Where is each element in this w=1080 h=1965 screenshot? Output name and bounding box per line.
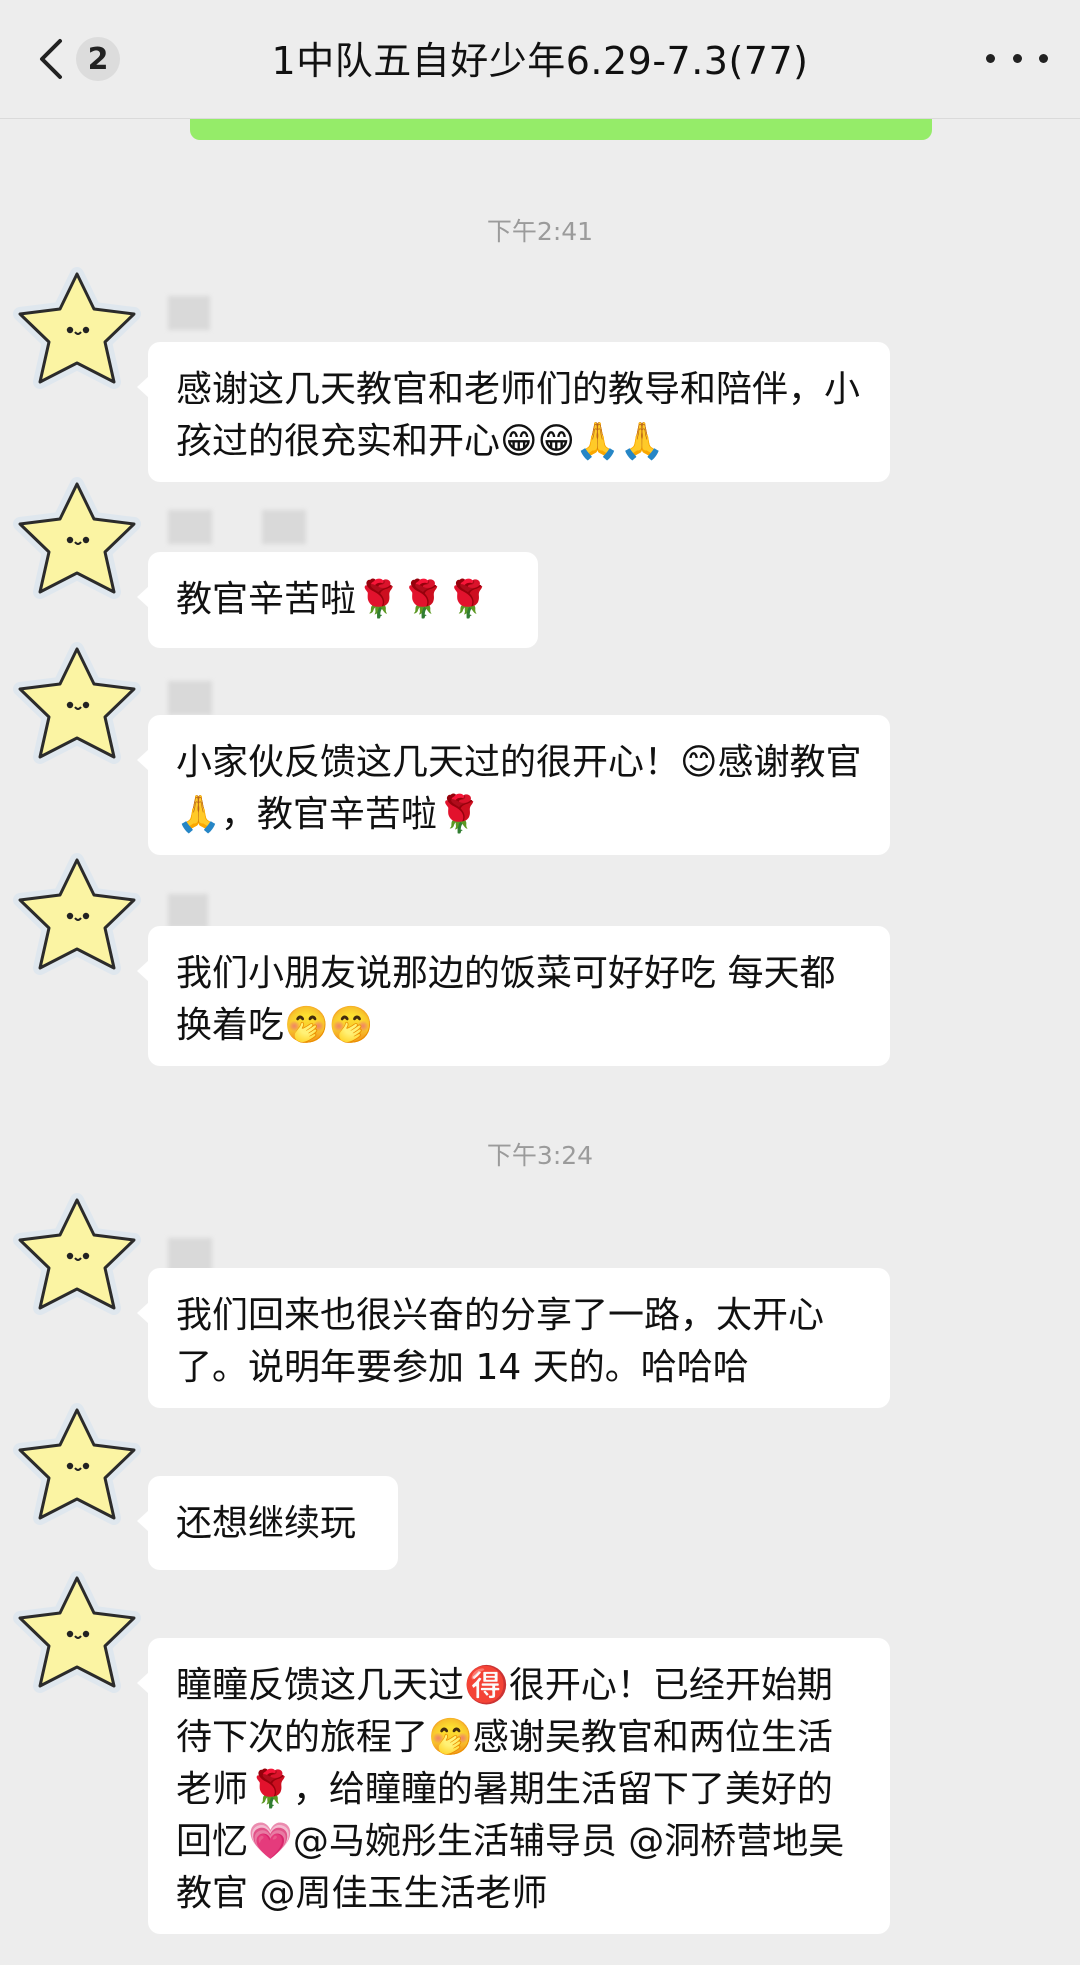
avatar[interactable] — [6, 637, 148, 771]
message-bubble[interactable]: 教官辛苦啦🌹🌹🌹 — [137, 552, 538, 648]
sender-name-blurred — [168, 296, 210, 336]
avatar[interactable] — [6, 262, 148, 396]
timestamp: 下午2:41 — [486, 217, 594, 246]
message-bubble[interactable]: 瞳瞳反馈这几天过🉐很开心！已经开始期待下次的旅程了🤭感谢吴教官和两位生活老师🌹，… — [137, 1638, 890, 1934]
avatar[interactable] — [6, 1188, 148, 1322]
chat-header: 2 1中队五自好少年6.29-7.3(77) — [0, 0, 1080, 119]
chevron-left-icon — [40, 39, 62, 79]
avatar[interactable] — [6, 848, 148, 982]
sender-name-blurred — [168, 510, 306, 550]
message-bubble[interactable]: 我们小朋友说那边的饭菜可好好吃 每天都换着吃🤭🤭 — [137, 926, 890, 1066]
avatar[interactable] — [6, 1566, 148, 1700]
message-bubble[interactable]: 还想继续玩 — [137, 1476, 398, 1570]
message-bubble[interactable]: 我们回来也很兴奋的分享了一路，太开心了。说明年要参加 14 天的。哈哈哈 — [137, 1268, 890, 1408]
back-button[interactable]: 2 — [34, 28, 124, 90]
message-bubble[interactable]: 小家伙反馈这几天过的很开心！😊感谢教官🙏，教官辛苦啦🌹 — [137, 715, 890, 855]
avatar[interactable] — [6, 472, 148, 606]
unread-count-badge: 2 — [76, 37, 120, 81]
chat-title: 1中队五自好少年6.29-7.3(77) — [271, 39, 809, 83]
more-dots-icon — [986, 53, 995, 63]
timestamp: 下午3:24 — [486, 1141, 594, 1170]
message-bubble[interactable]: 感谢这几天教官和老师们的教导和陪伴，小孩过的很充实和开心😁😁🙏🙏 — [137, 342, 890, 482]
more-button[interactable] — [986, 36, 1048, 80]
avatar[interactable] — [6, 1398, 148, 1532]
